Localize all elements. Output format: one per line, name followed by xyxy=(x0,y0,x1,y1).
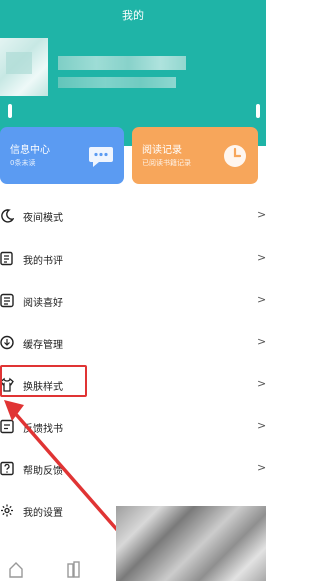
page-title: 我的 xyxy=(122,9,144,22)
home-icon[interactable] xyxy=(8,560,24,578)
reading-history-card[interactable]: 阅读记录 已阅读书籍记录 xyxy=(132,127,258,184)
reading-preference-icon xyxy=(0,293,14,308)
moon-icon xyxy=(1,209,14,223)
menu-item-night-mode[interactable]: 夜间模式 > xyxy=(0,206,266,226)
reading-history-subtitle: 已阅读书籍记录 xyxy=(142,159,191,167)
chevron-right-icon: > xyxy=(257,419,267,432)
menu-item-cache-management[interactable]: 缓存管理 > xyxy=(0,333,266,353)
menu-label-help-feedback: 帮助反馈 xyxy=(23,466,63,477)
menu-label-reading-preference: 阅读喜好 xyxy=(23,298,63,309)
menu-label-cache-management: 缓存管理 xyxy=(23,340,63,351)
user-info-blurred xyxy=(58,77,176,88)
menu-label-book-review: 我的书评 xyxy=(23,256,63,267)
chat-bubble-icon xyxy=(89,147,113,167)
header-right-mark xyxy=(256,104,260,118)
chevron-right-icon: > xyxy=(257,377,267,390)
watermark-mosaic xyxy=(116,506,266,581)
chevron-right-icon: > xyxy=(257,335,267,348)
menu-label-my-settings: 我的设置 xyxy=(23,508,63,519)
menu-item-feedback-book[interactable]: 反馈找书 > xyxy=(0,417,266,437)
bookshelf-icon[interactable] xyxy=(66,560,82,578)
menu-item-book-review[interactable]: 我的书评 > xyxy=(0,249,266,269)
highlight-box xyxy=(0,365,87,397)
chevron-right-icon: > xyxy=(257,293,267,306)
message-center-title: 信息中心 xyxy=(10,145,50,156)
header-left-mark xyxy=(8,104,12,118)
message-center-card[interactable]: 信息中心 0条未读 xyxy=(0,127,124,184)
profile-header: 我的 xyxy=(0,0,266,146)
feedback-book-icon xyxy=(0,419,14,434)
book-review-icon xyxy=(0,251,13,266)
reading-history-title: 阅读记录 xyxy=(142,145,182,156)
message-center-subtitle: 0条未读 xyxy=(10,159,36,167)
menu-item-help-feedback[interactable]: 帮助反馈 > xyxy=(0,459,266,479)
chevron-right-icon: > xyxy=(257,251,267,264)
help-icon xyxy=(0,461,14,476)
menu-item-reading-preference[interactable]: 阅读喜好 > xyxy=(0,291,266,311)
avatar[interactable] xyxy=(0,38,48,96)
gear-icon xyxy=(1,504,13,517)
chevron-right-icon: > xyxy=(257,208,267,221)
username-blurred xyxy=(58,56,186,70)
menu-label-feedback-book: 反馈找书 xyxy=(23,424,63,435)
chevron-right-icon: > xyxy=(257,461,267,474)
download-icon xyxy=(0,335,14,350)
clock-icon xyxy=(224,145,246,167)
menu-label-night-mode: 夜间模式 xyxy=(23,213,63,224)
